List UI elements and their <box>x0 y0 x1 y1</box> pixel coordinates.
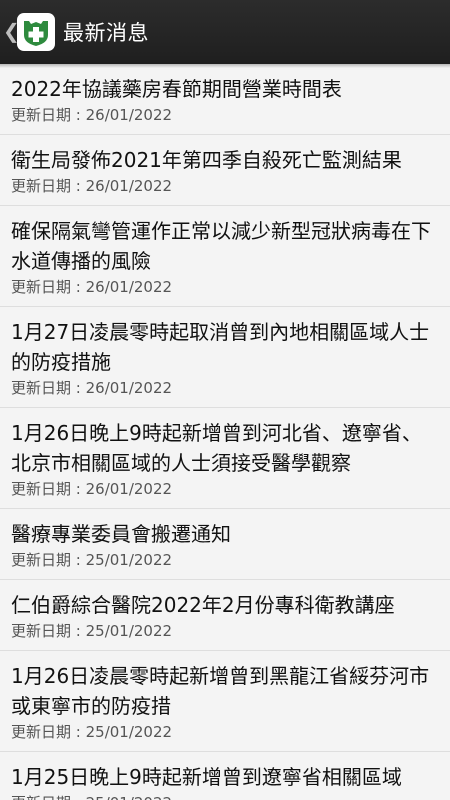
news-date-value: 25/01/2022 <box>85 622 173 640</box>
news-title: 2022年協議藥房春節期間營業時間表 <box>11 77 342 101</box>
news-date: 更新日期 : 25/01/2022 <box>11 792 436 800</box>
news-title: 衛生局發佈2021年第四季自殺死亡監測結果 <box>11 148 402 172</box>
news-date-label: 更新日期 <box>11 480 72 498</box>
news-date-value: 26/01/2022 <box>85 177 173 195</box>
news-date-separator: : <box>71 480 86 498</box>
news-title: 1月25日晚上9時起新增曾到遼寧省相關區域 <box>11 765 402 789</box>
back-button[interactable]: ❮ <box>0 0 55 64</box>
news-date-label: 更新日期 <box>11 622 72 640</box>
news-item[interactable]: 1月27日凌晨零時起取消曾到內地相關區域人士的防疫措施 更新日期 : 26/01… <box>0 307 450 408</box>
news-date-label: 更新日期 <box>11 278 72 296</box>
news-date: 更新日期 : 26/01/2022 <box>11 478 436 508</box>
news-title: 醫療專業委員會搬遷通知 <box>11 522 231 546</box>
news-item[interactable]: 確保隔氣彎管運作正常以減少新型冠狀病毒在下水道傳播的風險 更新日期 : 26/0… <box>0 206 450 307</box>
news-date-separator: : <box>71 379 86 397</box>
page-title: 最新消息 <box>63 21 149 45</box>
news-title: 1月26日凌晨零時起新增曾到黑龍江省綏芬河市或東寧市的防疫措 <box>11 664 430 718</box>
news-item[interactable]: 1月25日晚上9時起新增曾到遼寧省相關區域 更新日期 : 25/01/2022 <box>0 752 450 800</box>
action-bar-shadow <box>0 64 450 68</box>
news-date: 更新日期 : 26/01/2022 <box>11 377 436 407</box>
action-bar: ❮ 最新消息 <box>0 0 450 64</box>
news-date-separator: : <box>71 723 86 741</box>
news-date-label: 更新日期 <box>11 551 72 569</box>
news-date: 更新日期 : 26/01/2022 <box>11 175 436 205</box>
news-date-label: 更新日期 <box>11 723 72 741</box>
news-date-separator: : <box>71 106 86 124</box>
news-date-separator: : <box>71 794 86 800</box>
news-date-label: 更新日期 <box>11 379 72 397</box>
news-title: 1月26日晚上9時起新增曾到河北省、遼寧省、北京市相關區域的人士須接受醫學觀察 <box>11 421 422 475</box>
news-item[interactable]: 衛生局發佈2021年第四季自殺死亡監測結果 更新日期 : 26/01/2022 <box>0 135 450 206</box>
news-date-value: 26/01/2022 <box>85 278 173 296</box>
news-date-label: 更新日期 <box>11 794 71 800</box>
news-title: 仁伯爵綜合醫院2022年2月份專科衛教講座 <box>11 593 395 617</box>
news-item[interactable]: 1月26日晚上9時起新增曾到河北省、遼寧省、北京市相關區域的人士須接受醫學觀察 … <box>0 408 450 509</box>
news-item[interactable]: 2022年協議藥房春節期間營業時間表 更新日期 : 26/01/2022 <box>0 64 450 135</box>
news-date-separator: : <box>71 551 86 569</box>
news-date: 更新日期 : 26/01/2022 <box>11 104 436 134</box>
news-title: 確保隔氣彎管運作正常以減少新型冠狀病毒在下水道傳播的風險 <box>11 219 431 273</box>
news-date: 更新日期 : 25/01/2022 <box>11 620 436 650</box>
news-date: 更新日期 : 25/01/2022 <box>11 721 436 751</box>
news-item[interactable]: 1月26日凌晨零時起新增曾到黑龍江省綏芬河市或東寧市的防疫措 更新日期 : 25… <box>0 651 450 752</box>
news-date-separator: : <box>71 278 86 296</box>
news-date-value: 25/01/2022 <box>85 723 173 741</box>
news-date: 更新日期 : 26/01/2022 <box>11 276 436 306</box>
news-date-value: 26/01/2022 <box>85 379 173 397</box>
news-title: 1月27日凌晨零時起取消曾到內地相關區域人士的防疫措施 <box>11 320 430 374</box>
news-date-value: 26/01/2022 <box>85 106 173 124</box>
news-date-separator: : <box>71 177 86 195</box>
news-item[interactable]: 仁伯爵綜合醫院2022年2月份專科衛教講座 更新日期 : 25/01/2022 <box>0 580 450 651</box>
news-date-value: 25/01/2022 <box>85 551 173 569</box>
news-date-label: 更新日期 <box>11 177 72 195</box>
news-screen: ❮ 最新消息 2022年協議藥房春節期間營業時間表 更新日期 : 26/01/2… <box>0 0 450 800</box>
news-date-label: 更新日期 <box>11 106 72 124</box>
pharmacy-cross-logo-icon <box>17 13 55 51</box>
news-date: 更新日期 : 25/01/2022 <box>11 549 436 579</box>
news-date-value: 25/01/2022 <box>86 794 172 800</box>
news-list[interactable]: 2022年協議藥房春節期間營業時間表 更新日期 : 26/01/2022 衛生局… <box>0 64 450 800</box>
news-date-separator: : <box>71 622 86 640</box>
news-date-value: 26/01/2022 <box>85 480 173 498</box>
news-item[interactable]: 醫療專業委員會搬遷通知 更新日期 : 25/01/2022 <box>0 509 450 580</box>
back-chevron-icon: ❮ <box>3 19 20 43</box>
